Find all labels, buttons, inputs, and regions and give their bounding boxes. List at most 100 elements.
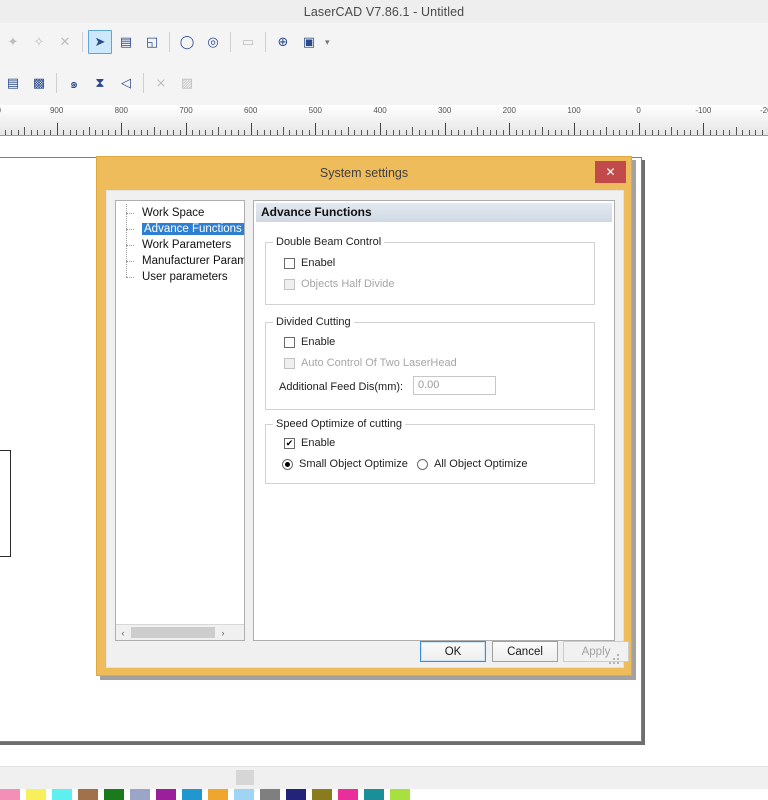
checkbox-enable-speed-optimize[interactable]: ✔ Enable: [284, 437, 335, 449]
ruler-minor-tick: [354, 130, 355, 135]
palette-swatch[interactable]: [312, 789, 332, 800]
scroll-right-icon[interactable]: ›: [216, 625, 230, 640]
checkbox-box[interactable]: [284, 258, 295, 269]
ruler-label: 100: [567, 106, 580, 115]
radio-all-object-optimize[interactable]: All Object Optimize: [417, 458, 528, 470]
tree-item-label: Advance Functions: [142, 223, 244, 235]
ruler-minor-tick: [606, 127, 607, 135]
radio-circle[interactable]: [282, 459, 293, 470]
settings-content-pane: Advance Functions Double Beam Control En…: [253, 200, 615, 641]
mirror-vertical-icon[interactable]: ◁: [114, 71, 138, 95]
ruler-minor-tick: [464, 130, 465, 135]
align-icon[interactable]: ▤: [1, 71, 25, 95]
ruler-minor-tick: [264, 130, 265, 135]
scrollbar-thumb[interactable]: [131, 627, 215, 638]
tree-item-label: Manufacturer Paramet: [142, 255, 245, 267]
monitor-disabled-icon: ▭: [236, 30, 260, 54]
palette-swatch[interactable]: [364, 789, 384, 800]
radio-small-object-optimize[interactable]: Small Object Optimize: [282, 458, 408, 470]
checkbox-box[interactable]: [284, 337, 295, 348]
ruler-minor-tick: [83, 130, 84, 135]
ruler-minor-tick: [716, 130, 717, 135]
ruler-minor-tick: [173, 130, 174, 135]
palette-swatch[interactable]: [156, 789, 176, 800]
palette-swatch[interactable]: [208, 789, 228, 800]
layer-icon[interactable]: ▩: [27, 71, 51, 95]
invert-disabled-icon: ⨯: [149, 71, 173, 95]
tree-item-advance-functions[interactable]: Advance Functions: [116, 221, 244, 237]
ruler-major-tick: [315, 123, 316, 135]
tree-item-manufacturer-paramet[interactable]: Manufacturer Paramet: [116, 253, 244, 269]
ruler-minor-tick: [192, 130, 193, 135]
cancel-button[interactable]: Cancel: [492, 641, 558, 662]
app-titlebar: LaserCAD V7.86.1 - Untitled: [0, 0, 768, 24]
ruler-minor-tick: [503, 130, 504, 135]
ruler-major-tick: [445, 123, 446, 135]
palette-swatch[interactable]: [286, 789, 306, 800]
ruler-minor-tick: [141, 130, 142, 135]
ruler-label: 700: [179, 106, 192, 115]
draw-circle-icon[interactable]: ◯: [175, 30, 199, 54]
palette-swatch[interactable]: [182, 789, 202, 800]
chevron-down-icon[interactable]: ▾: [325, 37, 330, 48]
tree-item-label: User parameters: [142, 271, 228, 283]
palette-swatch[interactable]: [338, 789, 358, 800]
offset-icon[interactable]: ◱: [140, 30, 164, 54]
ruler-minor-tick: [580, 130, 581, 135]
array-list-icon[interactable]: ▤: [114, 30, 138, 54]
tree-item-label: Work Space: [142, 207, 204, 219]
color-palette[interactable]: [0, 789, 768, 800]
tree-connector-icon: [126, 237, 138, 253]
ruler-minor-tick: [393, 130, 394, 135]
palette-swatch[interactable]: [130, 789, 150, 800]
additional-feed-dis-input[interactable]: 0.00: [413, 376, 496, 395]
tree-connector-icon: [126, 253, 138, 269]
ruler-minor-tick: [438, 130, 439, 135]
ruler-minor-tick: [328, 130, 329, 135]
ruler-label: 200: [503, 106, 516, 115]
resize-grip[interactable]: [609, 654, 621, 666]
ruler-minor-tick: [619, 130, 620, 135]
horizontal-ruler: 10009008007006005004003002001000-100-200: [0, 105, 768, 136]
tree-horizontal-scrollbar[interactable]: ‹ ›: [116, 624, 244, 640]
ruler-major-tick: [121, 123, 122, 135]
ruler-minor-tick: [128, 130, 129, 135]
palette-swatch[interactable]: [0, 789, 20, 800]
simulate-icon[interactable]: ▣: [297, 30, 321, 54]
ruler-minor-tick: [270, 130, 271, 135]
checkbox-box[interactable]: ✔: [284, 438, 295, 449]
ruler-minor-tick: [231, 130, 232, 135]
checkbox-enable-divided-cutting[interactable]: Enable: [284, 336, 335, 348]
checkbox-enabel[interactable]: Enabel: [284, 257, 335, 269]
palette-swatch[interactable]: [26, 789, 46, 800]
palette-swatch[interactable]: [260, 789, 280, 800]
palette-swatch[interactable]: [390, 789, 410, 800]
app-title: LaserCAD V7.86.1 - Untitled: [304, 5, 464, 19]
ruler-minor-tick: [729, 130, 730, 135]
scroll-left-icon[interactable]: ‹: [116, 625, 130, 640]
palette-swatch[interactable]: [78, 789, 98, 800]
mirror-horizontal-icon[interactable]: ⧗: [88, 71, 112, 95]
palette-swatch[interactable]: [104, 789, 124, 800]
radio-circle[interactable]: [417, 459, 428, 470]
draw-ellipse-icon[interactable]: ◎: [201, 30, 225, 54]
group-caption: Speed Optimize of cutting: [273, 418, 405, 430]
tree-item-user-parameters[interactable]: User parameters: [116, 269, 244, 285]
ruler-minor-tick: [652, 130, 653, 135]
ruler-label: 300: [438, 106, 451, 115]
select-tool-icon[interactable]: ➤: [88, 30, 112, 54]
settings-tree[interactable]: Work Space Advance Functions Work Paramete…: [115, 200, 245, 641]
arc-shape[interactable]: [0, 498, 29, 638]
tree-item-work-parameters[interactable]: Work Parameters: [116, 237, 244, 253]
ruler-minor-tick: [632, 130, 633, 135]
palette-swatch[interactable]: [234, 789, 254, 800]
ruler-minor-tick: [147, 130, 148, 135]
ok-button[interactable]: OK: [420, 641, 486, 662]
curve-smooth-icon[interactable]: ๑: [62, 71, 86, 95]
close-icon[interactable]: ✕: [595, 161, 626, 183]
ruler-minor-tick: [63, 130, 64, 135]
target-icon[interactable]: ⊕: [271, 30, 295, 54]
tree-item-work-space[interactable]: Work Space: [116, 205, 244, 221]
palette-swatch[interactable]: [52, 789, 72, 800]
dialog-titlebar[interactable]: System settings ✕: [97, 157, 631, 188]
